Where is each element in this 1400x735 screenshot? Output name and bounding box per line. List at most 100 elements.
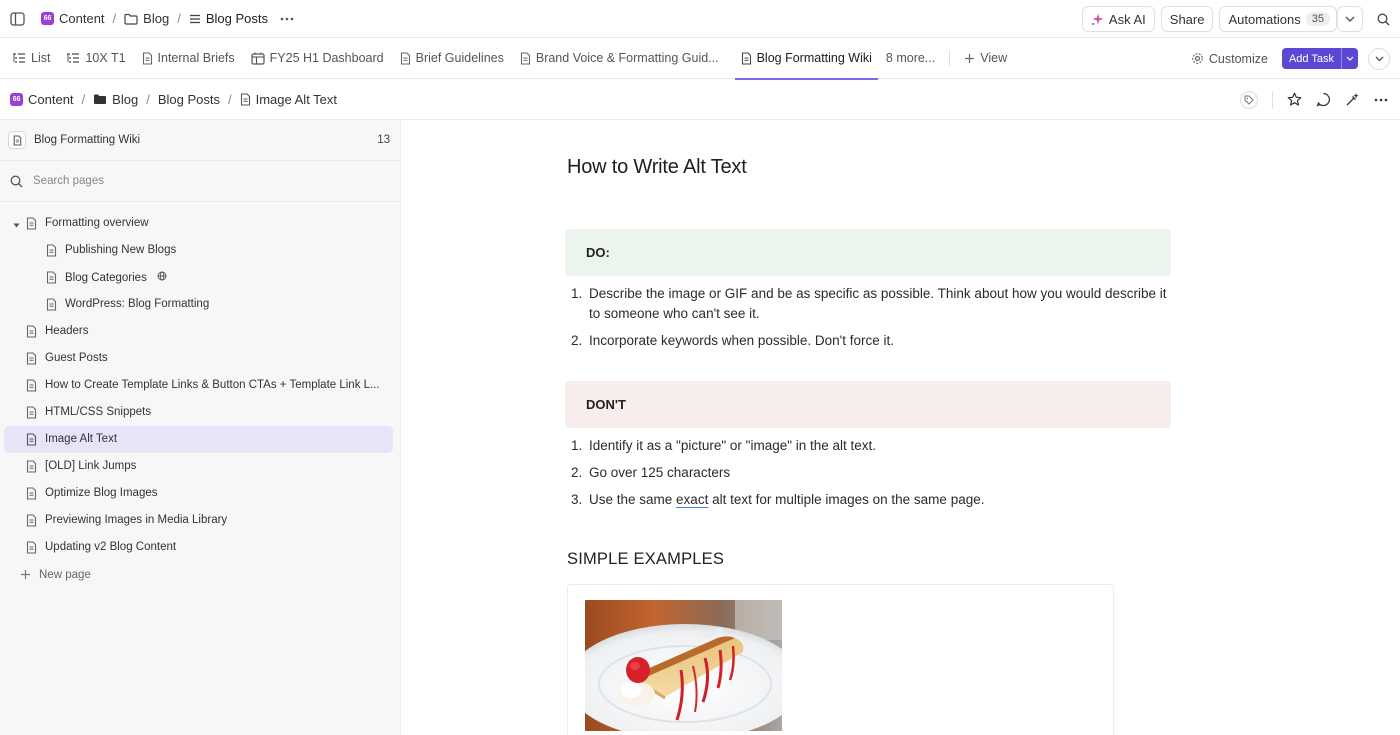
tab-internal-briefs[interactable]: Internal Briefs — [134, 38, 243, 79]
star-icon[interactable] — [1287, 92, 1302, 107]
caret-down-icon[interactable] — [13, 219, 20, 231]
sidebar-toggle-icon[interactable] — [10, 11, 25, 26]
tab-more[interactable]: 8 more... — [878, 38, 943, 79]
list-item[interactable]: 1. Describe the image or GIF and be as s… — [565, 284, 1171, 324]
tab-10x-t1[interactable]: 10X T1 — [58, 38, 133, 79]
tab-brief-guidelines-label: Brief Guidelines — [415, 51, 504, 65]
spellcheck-word[interactable]: exact — [676, 492, 708, 507]
list-number: 1. — [571, 438, 583, 453]
list-item[interactable]: 3. Use the same exact alt text for multi… — [565, 490, 1171, 510]
new-page-label: New page — [39, 568, 91, 581]
sidebar-header[interactable]: Blog Formatting Wiki 13 — [0, 120, 400, 161]
breadcrumb-separator: / — [112, 11, 117, 26]
breadcrumb-separator: / — [227, 91, 232, 107]
do-heading: DO: — [586, 245, 610, 260]
sidebar-item-publishing-new-blogs[interactable]: Publishing New Blogs — [4, 237, 393, 264]
top-bar: 66 Content / Blog / Blog Posts Ask AI Sh… — [0, 0, 1400, 38]
examples-heading[interactable]: SIMPLE EXAMPLES — [567, 550, 724, 569]
sidebar-item-formatting-overview[interactable]: Formatting overview — [4, 210, 393, 237]
breadcrumb-separator: / — [81, 91, 86, 107]
collapse-toolbar-button[interactable] — [1368, 47, 1390, 70]
search-input[interactable]: Search pages — [33, 175, 104, 187]
sidebar-item-label: Optimize Blog Images — [45, 487, 158, 499]
page-breadcrumb-current[interactable]: Image Alt Text — [240, 92, 337, 107]
page-breadcrumb-blog-posts[interactable]: Blog Posts — [158, 92, 220, 107]
add-view-label: View — [980, 51, 1008, 65]
breadcrumb-content-label: Content — [59, 11, 105, 26]
list-item[interactable]: 2. Incorporate keywords when possible. D… — [565, 331, 1171, 351]
doc-icon — [142, 51, 152, 65]
tab-fy25-h1-dashboard[interactable]: FY25 H1 Dashboard — [243, 38, 392, 79]
sidebar-item-optimize-blog-images[interactable]: Optimize Blog Images — [4, 480, 393, 507]
do-callout[interactable]: DO: — [565, 229, 1171, 276]
sidebar-item-blog-categories[interactable]: Blog Categories — [4, 264, 393, 291]
sidebar-item-template-links[interactable]: How to Create Template Links & Button CT… — [4, 372, 393, 399]
new-page-button[interactable]: New page — [0, 561, 400, 588]
share-label: Share — [1169, 11, 1205, 27]
tab-blog-formatting-wiki[interactable]: Blog Formatting Wiki — [734, 38, 879, 80]
sidebar-item-label: Blog Categories — [65, 272, 147, 284]
sidebar-item-wordpress-blog-formatting[interactable]: WordPress: Blog Formatting — [4, 291, 393, 318]
doc-content: How to Write Alt Text DO: 1. Describe th… — [401, 120, 1400, 735]
customize-button[interactable]: Customize — [1187, 38, 1272, 79]
sidebar-item-old-link-jumps[interactable]: [OLD] Link Jumps — [4, 453, 393, 480]
ai-edit-icon[interactable] — [1345, 92, 1360, 107]
doc-icon — [46, 271, 57, 287]
automations-button[interactable]: Automations 35 — [1219, 6, 1337, 32]
comment-icon[interactable] — [1316, 92, 1331, 107]
more-options-icon[interactable] — [280, 17, 294, 21]
doc-icon — [741, 51, 751, 65]
breadcrumb-content[interactable]: 66 Content — [41, 11, 105, 26]
ask-ai-label: Ask AI — [1108, 11, 1146, 27]
sidebar-item-headers[interactable]: Headers — [4, 318, 393, 345]
folder-filled-icon — [94, 94, 107, 104]
sidebar-item-html-css-snippets[interactable]: HTML/CSS Snippets — [4, 399, 393, 426]
list-number: 2. — [571, 333, 583, 348]
chevron-down-icon[interactable] — [1341, 48, 1358, 69]
list-item-text: Go over 125 characters — [589, 465, 731, 480]
list-item[interactable]: 1. Identify it as a "picture" or "image"… — [565, 436, 1171, 456]
sidebar-search[interactable]: Search pages — [0, 161, 400, 202]
plus-icon — [21, 570, 30, 579]
page-title[interactable]: How to Write Alt Text — [567, 156, 747, 179]
view-tabs-bar: List 10X T1 Internal Briefs FY25 H1 Dash… — [0, 38, 1400, 80]
sidebar-item-label: Updating v2 Blog Content — [45, 541, 177, 553]
page-breadcrumb-blog[interactable]: Blog — [93, 92, 138, 107]
sidebar-item-previewing-images[interactable]: Previewing Images in Media Library — [4, 507, 393, 534]
list-view-icon — [13, 53, 25, 63]
tag-icon[interactable] — [1240, 90, 1258, 109]
breadcrumb-blog[interactable]: Blog — [124, 11, 169, 26]
breadcrumb-blog-posts[interactable]: Blog Posts — [189, 11, 268, 26]
doc-icon — [26, 433, 37, 449]
doc-icon — [26, 379, 37, 395]
add-view-button[interactable]: View — [956, 38, 1015, 79]
list-number: 2. — [571, 465, 583, 480]
tab-list[interactable]: List — [0, 38, 58, 79]
add-task-button[interactable]: Add Task — [1281, 48, 1358, 69]
doc-icon — [26, 325, 37, 341]
sidebar-item-image-alt-text[interactable]: Image Alt Text — [4, 426, 393, 453]
doc-icon — [26, 406, 37, 422]
tab-divider — [949, 50, 951, 66]
chevron-down-icon — [1375, 56, 1383, 61]
doc-icon — [8, 131, 26, 149]
automations-dropdown-button[interactable] — [1337, 6, 1363, 32]
search-icon[interactable] — [1377, 13, 1390, 26]
dont-callout[interactable]: DON'T — [565, 381, 1171, 428]
ask-ai-button[interactable]: Ask AI — [1081, 6, 1155, 32]
page-breadcrumb-content[interactable]: 66 Content — [10, 92, 74, 107]
tab-brand-voice[interactable]: Brand Voice & Formatting Guid... — [512, 38, 727, 79]
example-card[interactable] — [567, 584, 1114, 735]
list-item[interactable]: 2. Go over 125 characters — [565, 463, 1171, 483]
cheesecake-photo[interactable] — [585, 600, 782, 731]
wiki-sidebar: Blog Formatting Wiki 13 Search pages For… — [0, 120, 401, 735]
list-item-text: Use the same exact alt text for multiple… — [589, 492, 984, 507]
sidebar-item-updating-v2-blog-content[interactable]: Updating v2 Blog Content — [4, 534, 393, 561]
automations-label: Automations — [1228, 11, 1301, 27]
tab-blog-formatting-wiki-label: Blog Formatting Wiki — [756, 51, 872, 65]
sidebar-item-label: [OLD] Link Jumps — [45, 460, 137, 472]
more-options-icon[interactable] — [1374, 98, 1388, 102]
tab-brief-guidelines[interactable]: Brief Guidelines — [392, 38, 512, 79]
sidebar-item-guest-posts[interactable]: Guest Posts — [4, 345, 393, 372]
share-button[interactable]: Share — [1160, 6, 1214, 32]
